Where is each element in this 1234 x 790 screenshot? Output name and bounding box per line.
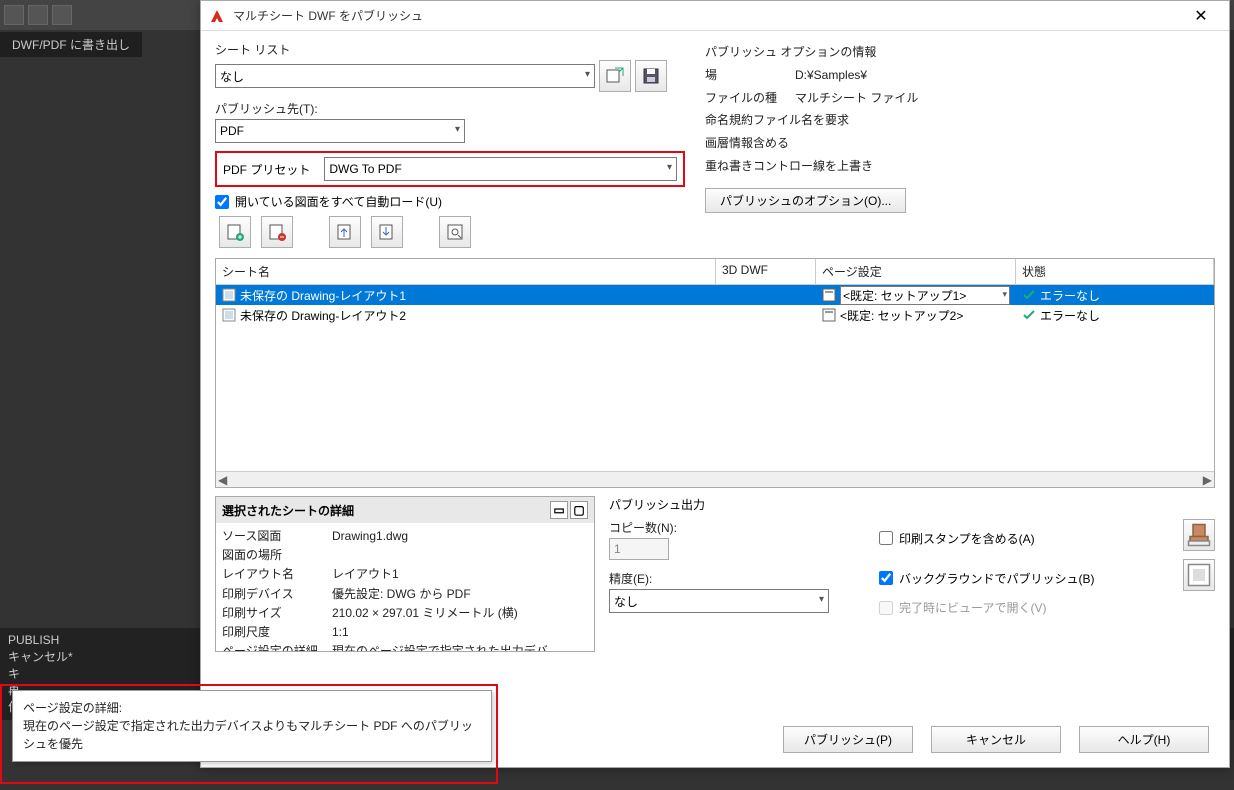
tooltip-title: ページ設定の詳細: xyxy=(23,699,481,717)
sheet-list-combo[interactable]: なし▾ xyxy=(215,64,595,88)
chevron-down-icon: ▾ xyxy=(667,162,672,173)
table-row[interactable]: 未保存の Drawing-レイアウト2<既定: セットアップ2>エラーなし xyxy=(216,305,1214,325)
pagesetup-icon xyxy=(822,288,836,302)
layout-icon xyxy=(222,288,236,302)
publish-to-label: パブリッシュ先(T): xyxy=(215,100,685,117)
publish-to-combo[interactable]: PDF▾ xyxy=(215,119,465,143)
detail-row: 印刷デバイス優先設定: DWG から PDF xyxy=(222,585,588,604)
col-page-setup[interactable]: ページ設定 xyxy=(816,259,1016,284)
publish-output-panel: パブリッシュ出力 コピー数(N): 1 精度(E): なし▾ xyxy=(609,496,1215,652)
include-stamp-checkbox[interactable]: 印刷スタンプを含める(A) xyxy=(879,530,1183,547)
layout-icon xyxy=(222,308,236,322)
save-sheetlist-button[interactable] xyxy=(635,60,667,92)
autoload-checkbox[interactable]: 開いている図面をすべて自動ロード(U) xyxy=(215,193,685,210)
publish-button[interactable]: パブリッシュ(P) xyxy=(783,726,913,753)
pdf-preset-row: PDF プリセット DWG To PDF▾ xyxy=(215,151,685,187)
detail-row: 印刷尺度1:1 xyxy=(222,623,588,642)
sheet-list-label: シート リスト xyxy=(215,41,685,58)
info-title: パブリッシュ オプションの情報 xyxy=(705,41,1215,64)
copies-input: 1 xyxy=(609,538,669,560)
app-logo-icon xyxy=(209,8,225,24)
open-viewer-checkbox: 完了時にビューアで開く(V) xyxy=(879,599,1215,616)
stamp-settings-button[interactable] xyxy=(1183,519,1215,551)
detail-row: レイアウト名レイアウト1 xyxy=(222,565,588,584)
check-icon xyxy=(1022,308,1036,322)
details-title: 選択されたシートの詳細 xyxy=(222,502,354,519)
cancel-button[interactable]: キャンセル xyxy=(931,726,1061,753)
titlebar: マルチシート DWF をパブリッシュ ✕ xyxy=(201,1,1229,31)
ribbon-tab-label[interactable]: DWF/PDF に書き出し xyxy=(0,32,142,57)
precision-label: 精度(E): xyxy=(609,570,839,587)
copies-label: コピー数(N): xyxy=(609,519,839,536)
detail-row: 印刷サイズ210.02 × 297.01 ミリメートル (横) xyxy=(222,604,588,623)
chevron-down-icon: ▾ xyxy=(455,124,460,135)
tooltip: ページ設定の詳細: 現在のページ設定で指定された出力デバイスよりもマルチシート … xyxy=(12,690,492,762)
pagesetup-icon xyxy=(822,308,836,322)
table-header: シート名 3D DWF ページ設定 状態 xyxy=(216,259,1214,285)
background-settings-button[interactable] xyxy=(1183,559,1215,591)
chevron-down-icon: ▾ xyxy=(585,69,590,80)
toolbar-icon[interactable] xyxy=(52,5,72,25)
preview-button[interactable] xyxy=(439,216,471,248)
help-button[interactable]: ヘルプ(H) xyxy=(1079,726,1209,753)
detail-row: ソース図面Drawing1.dwg xyxy=(222,527,588,546)
detail-row: 図面の場所 xyxy=(222,546,588,565)
move-down-button[interactable] xyxy=(371,216,403,248)
pagesetup-combo[interactable]: <既定: セットアップ1>▾ xyxy=(840,286,1010,305)
horizontal-scrollbar[interactable]: ◀▶ xyxy=(216,471,1214,487)
publish-dialog: マルチシート DWF をパブリッシュ ✕ シート リスト なし▾ xyxy=(200,0,1230,768)
table-row[interactable]: 未保存の Drawing-レイアウト1<既定: セットアップ1>▾エラーなし xyxy=(216,285,1214,305)
table-body[interactable]: 未保存の Drawing-レイアウト1<既定: セットアップ1>▾エラーなし未保… xyxy=(216,285,1214,471)
close-button[interactable]: ✕ xyxy=(1181,1,1221,31)
col-3d-dwf[interactable]: 3D DWF xyxy=(716,259,816,284)
dialog-footer: パブリッシュ(P) キャンセル ヘルプ(H) xyxy=(783,726,1209,753)
output-title: パブリッシュ出力 xyxy=(609,496,1215,513)
detail-row: ページ設定の詳細現在のページ設定で指定された出力デバ... xyxy=(222,642,588,651)
publish-options-info: パブリッシュ オプションの情報 場D:¥Samples¥ ファイルの種マルチシー… xyxy=(705,41,1215,178)
details-collapse-icon[interactable]: ▭ xyxy=(550,501,568,519)
background-publish-checkbox[interactable]: バックグラウンドでパブリッシュ(B) xyxy=(879,570,1183,587)
pdf-preset-combo[interactable]: DWG To PDF▾ xyxy=(324,157,677,181)
add-sheets-button[interactable] xyxy=(219,216,251,248)
toolbar-icon[interactable] xyxy=(28,5,48,25)
sheet-table: シート名 3D DWF ページ設定 状態 未保存の Drawing-レイアウト1… xyxy=(215,258,1215,488)
pdf-preset-label: PDF プリセット xyxy=(223,161,310,178)
check-icon xyxy=(1022,288,1036,302)
details-expand-icon[interactable]: ▢ xyxy=(570,501,588,519)
precision-combo[interactable]: なし▾ xyxy=(609,589,829,613)
tooltip-body: 現在のページ設定で指定された出力デバイスよりもマルチシート PDF へのパブリッ… xyxy=(23,717,481,753)
dialog-title: マルチシート DWF をパブリッシュ xyxy=(233,7,1181,24)
open-sheetlist-button[interactable] xyxy=(599,60,631,92)
toolbar-icon[interactable] xyxy=(4,5,24,25)
move-up-button[interactable] xyxy=(329,216,361,248)
publish-options-button[interactable]: パブリッシュのオプション(O)... xyxy=(705,188,906,213)
remove-sheets-button[interactable] xyxy=(261,216,293,248)
col-status[interactable]: 状態 xyxy=(1016,259,1214,284)
chevron-down-icon: ▾ xyxy=(819,594,824,605)
col-sheet-name[interactable]: シート名 xyxy=(216,259,716,284)
sheet-details-panel: 選択されたシートの詳細 ▭ ▢ ソース図面Drawing1.dwg図面の場所レイ… xyxy=(215,496,595,652)
